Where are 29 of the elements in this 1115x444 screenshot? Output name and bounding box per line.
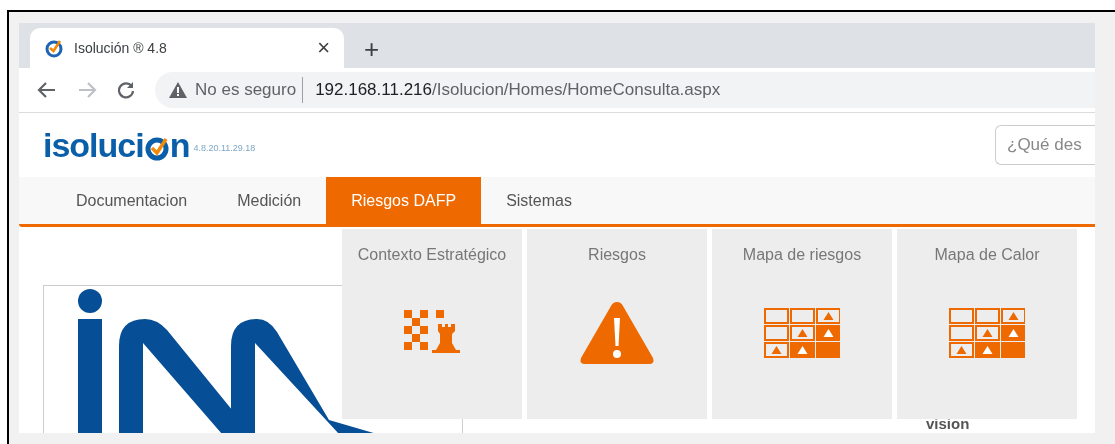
warning-icon	[579, 300, 655, 366]
security-label: No es seguro	[195, 77, 304, 103]
back-icon[interactable]	[37, 81, 57, 99]
nav-tab[interactable]: Sistemas	[481, 177, 597, 224]
warning-icon	[169, 82, 187, 98]
reload-icon[interactable]	[117, 81, 135, 99]
tab-title: Isolución ® 4.8	[74, 38, 168, 58]
url-text: 192.168.11.216/Isolucion/Homes/HomeConsulta.aspx	[315, 79, 721, 102]
tile-label: Riesgos	[588, 245, 646, 265]
risk-matrix-icon	[949, 308, 1025, 358]
nav-tab[interactable]: Medición	[212, 177, 327, 224]
isolucion-logo: isoluci n	[43, 128, 190, 162]
address-bar[interactable]: No es seguro 192.168.11.216/Isolucion/Homes/HomeConsulta.aspx	[155, 72, 1095, 108]
new-tab-button[interactable]: +	[364, 36, 380, 62]
nav-tab[interactable]: Documentacion	[51, 177, 213, 224]
menu-tile[interactable]: Mapa de Calor	[897, 229, 1077, 419]
tile-label: Mapa de riesgos	[742, 245, 862, 265]
close-tab-button[interactable]: ×	[317, 37, 330, 59]
browser-tab[interactable]: Isolución ® 4.8 ×	[30, 28, 344, 68]
tile-label: Mapa de Calor	[934, 245, 1040, 265]
search-field[interactable]: ¿Qué des	[995, 125, 1095, 165]
menu-tile[interactable]: Riesgos	[527, 229, 707, 419]
risk-matrix-icon	[764, 308, 840, 358]
chess-board-icon	[404, 310, 460, 356]
menu-tile[interactable]: Mapa de riesgos	[712, 229, 892, 419]
check-circle-icon	[44, 38, 64, 58]
menu-tile[interactable]: Contexto Estratégico	[342, 229, 522, 419]
version-text: 4.8.20.11.29.18	[193, 142, 256, 156]
tile-label: Contexto Estratégico	[357, 245, 507, 265]
